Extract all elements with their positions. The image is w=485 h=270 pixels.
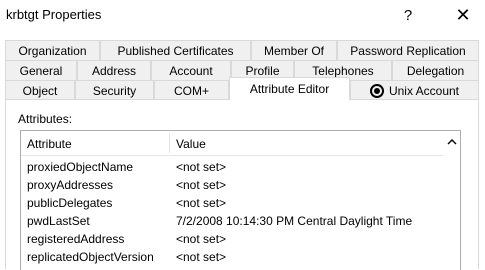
tab-unix-account-label: Unix Account — [388, 83, 460, 98]
tab-member-of[interactable]: Member Of — [251, 40, 337, 60]
tab-unix-account[interactable]: Unix Account — [350, 80, 479, 100]
table-row[interactable]: proxiedObjectName <not set> — [21, 159, 444, 177]
tab-general[interactable]: General — [5, 60, 77, 80]
attribute-value-cell: <not set> — [176, 196, 227, 210]
column-header-attribute[interactable]: Attribute — [27, 131, 167, 156]
attribute-name-cell: proxyAddresses — [27, 178, 114, 192]
attribute-value-cell: <not set> — [176, 160, 227, 174]
title-bar: krbtgt Properties ? ✕ — [0, 0, 485, 33]
chevron-up-icon[interactable] — [443, 133, 460, 150]
close-button[interactable]: ✕ — [451, 4, 475, 26]
attribute-name-cell: publicDelegates — [27, 196, 113, 210]
tab-organization[interactable]: Organization — [5, 40, 100, 60]
tab-object[interactable]: Object — [5, 80, 75, 100]
table-row[interactable]: replicatedObjectVersion <not set> — [21, 249, 444, 267]
attribute-value-cell: <not set> — [176, 178, 227, 192]
tab-attribute-editor[interactable]: Attribute Editor — [229, 77, 350, 100]
tab-com-plus[interactable]: COM+ — [154, 80, 229, 100]
help-button[interactable]: ? — [396, 4, 420, 26]
attributes-rows: proxiedObjectName <not set> proxyAddresses… — [21, 159, 444, 267]
tab-row-3: Object Security COM+ Attribute Editor Un… — [5, 77, 479, 100]
table-row[interactable]: registeredAddress <not set> — [21, 231, 444, 249]
attributes-list[interactable]: Attribute Value proxiedObjectName <not se… — [20, 130, 461, 270]
attribute-name-cell: pwdLastSet — [27, 214, 90, 228]
attributes-list-header: Attribute Value — [21, 131, 444, 156]
tab-row-1: Organization Published Certificates Memb… — [5, 40, 479, 60]
tab-address[interactable]: Address — [77, 60, 151, 80]
column-header-value[interactable]: Value — [176, 131, 436, 156]
attribute-value-cell: 7/2/2008 10:14:30 PM Central Daylight Ti… — [176, 214, 413, 228]
tab-delegation[interactable]: Delegation — [392, 60, 479, 80]
attribute-value-cell: <not set> — [176, 250, 227, 264]
table-row[interactable]: pwdLastSet 7/2/2008 10:14:30 PM Central D… — [21, 213, 444, 231]
attributes-label: Attributes: — [18, 112, 73, 126]
attribute-value-cell: <not set> — [176, 232, 227, 246]
table-row[interactable]: publicDelegates <not set> — [21, 195, 444, 213]
window-title: krbtgt Properties — [6, 7, 102, 22]
unix-account-icon — [369, 83, 384, 98]
column-divider[interactable] — [169, 133, 170, 153]
vertical-scrollbar[interactable] — [443, 131, 460, 270]
tab-account[interactable]: Account — [151, 60, 231, 80]
attribute-name-cell: replicatedObjectVersion — [27, 250, 154, 264]
tab-published-certificates[interactable]: Published Certificates — [100, 40, 251, 60]
attribute-name-cell: proxiedObjectName — [27, 160, 134, 174]
tab-password-replication[interactable]: Password Replication — [337, 40, 479, 60]
attribute-name-cell: registeredAddress — [27, 232, 125, 246]
table-row[interactable]: proxyAddresses <not set> — [21, 177, 444, 195]
tab-security[interactable]: Security — [75, 80, 154, 100]
